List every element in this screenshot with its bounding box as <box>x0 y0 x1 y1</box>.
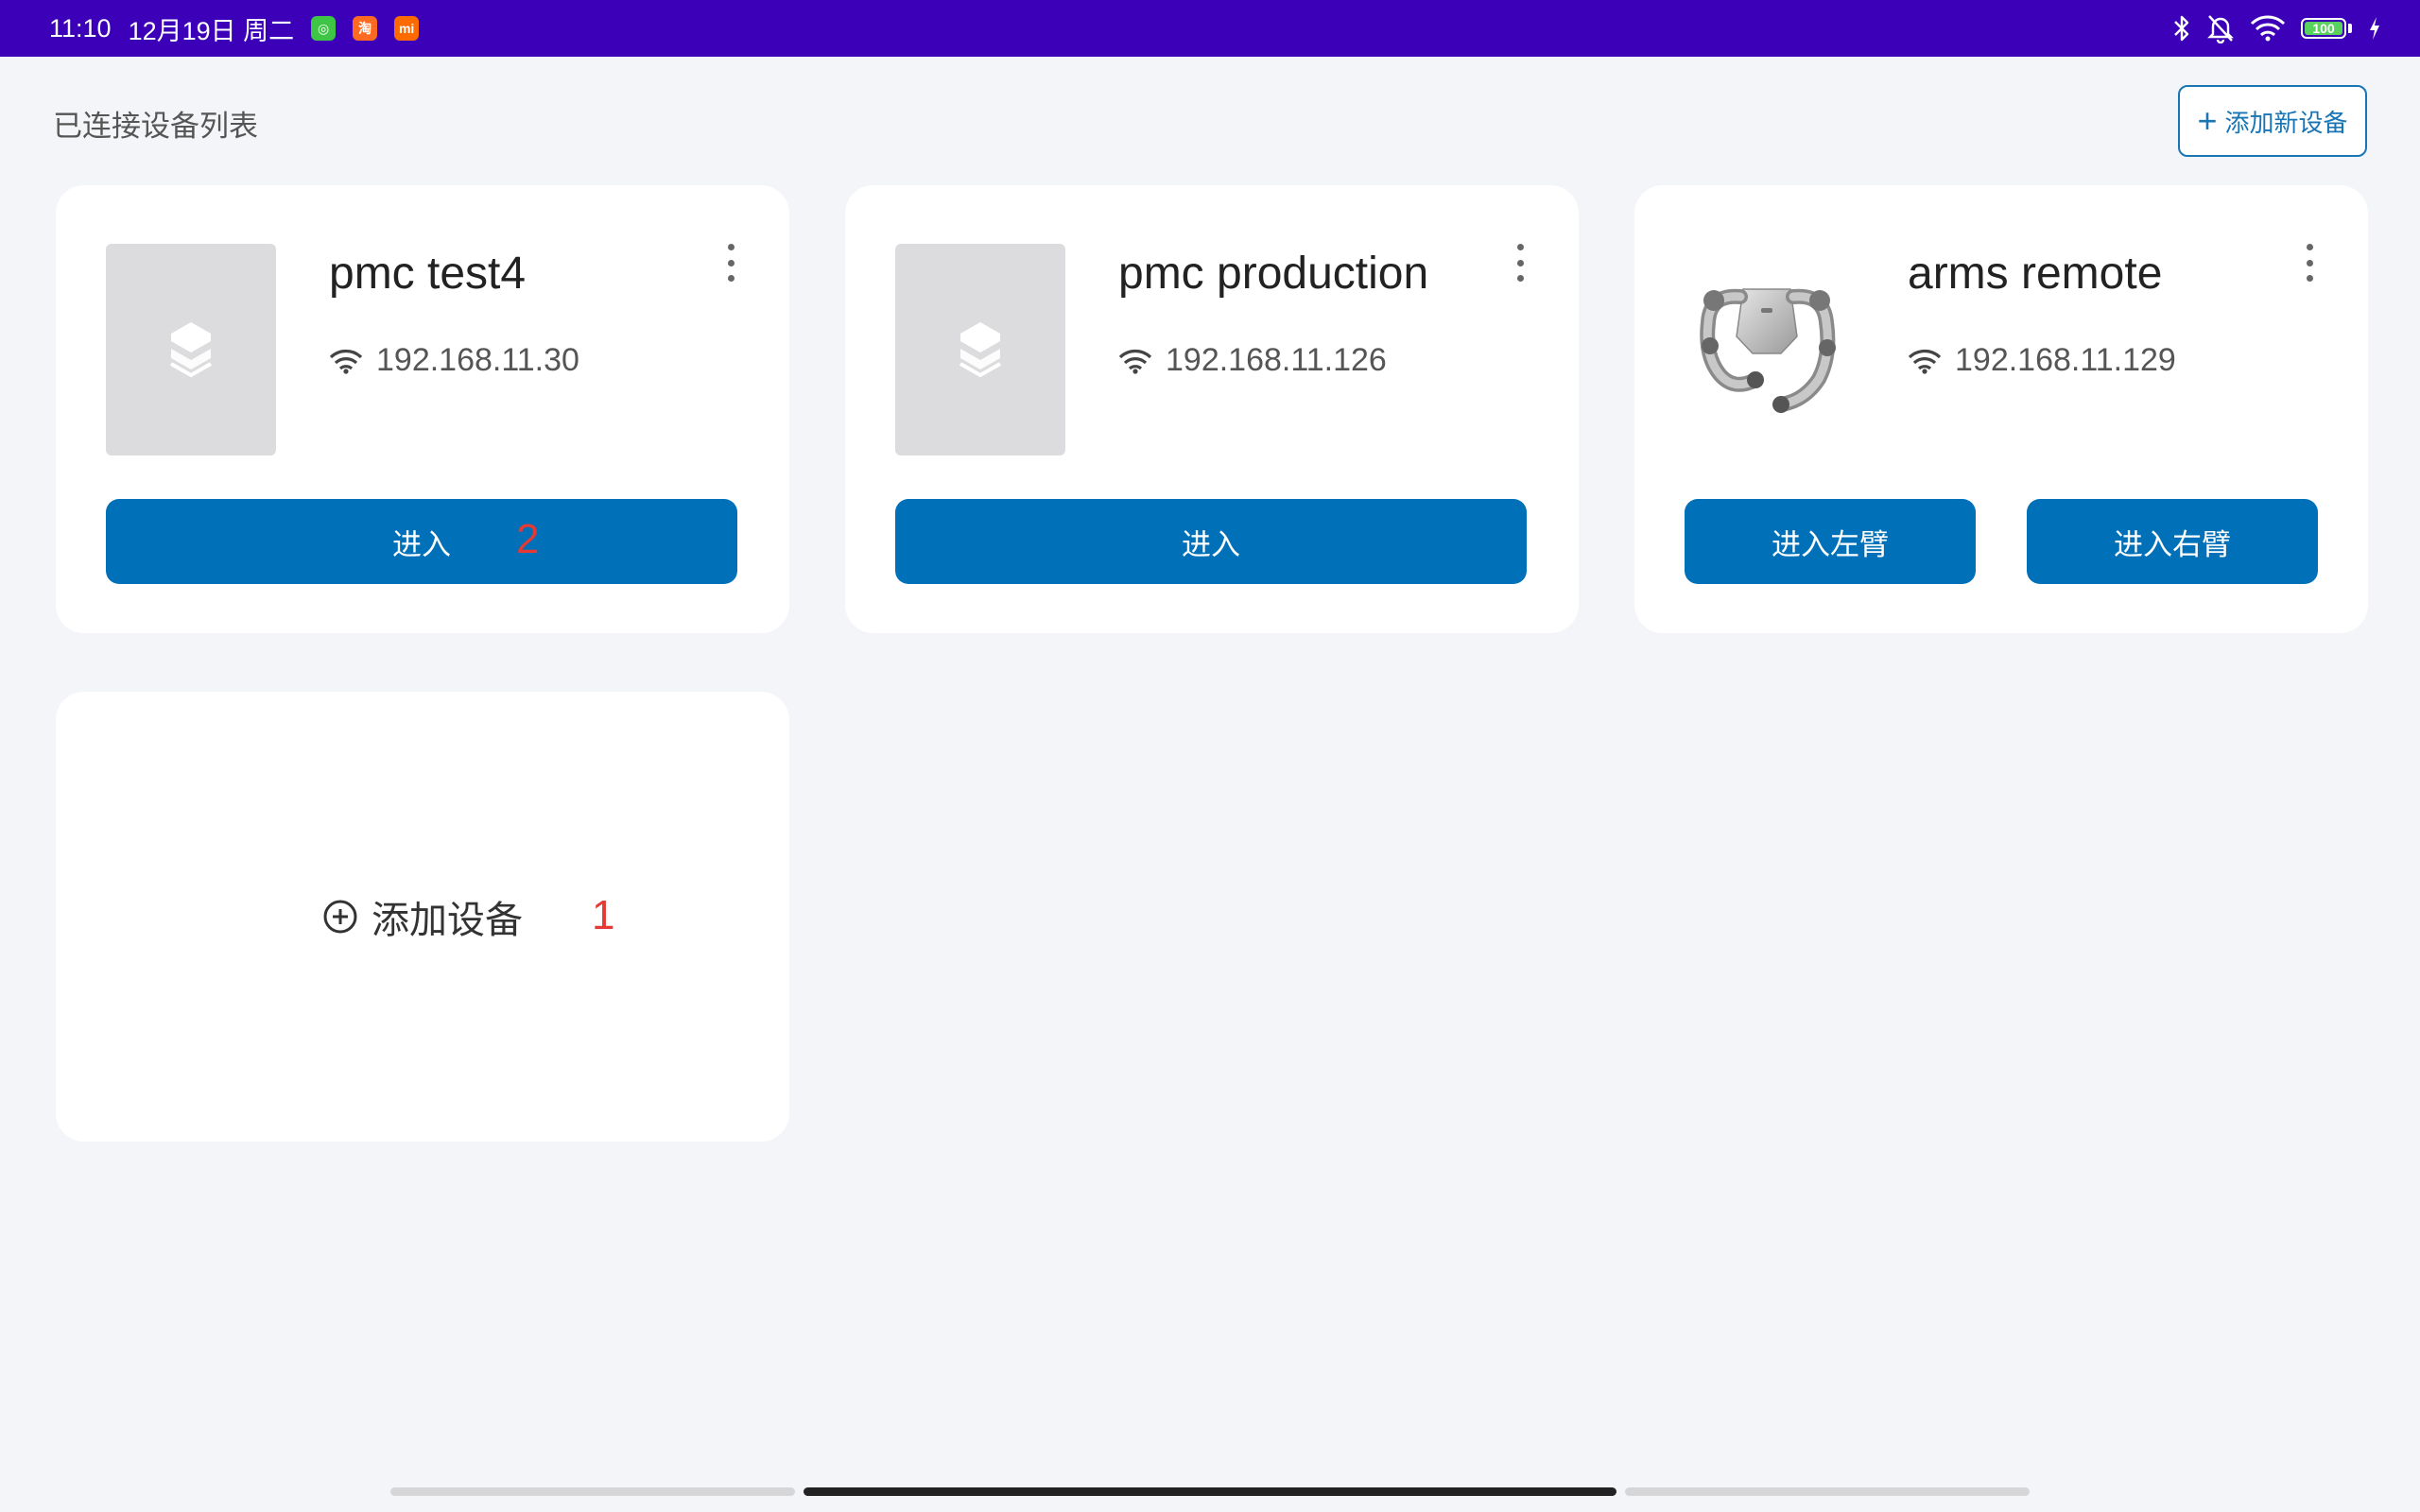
battery-icon: 100 <box>2301 18 2352 39</box>
device-placeholder-image <box>106 244 276 455</box>
device-card: arms remote 192.168.11.129 进入左臂 进入右臂 <box>1634 185 2368 633</box>
add-circle-icon <box>323 900 357 934</box>
dual-arm-robot-image <box>1700 288 1836 413</box>
plus-icon: + <box>2197 101 2218 140</box>
device-ip-row: 192.168.11.30 <box>329 342 579 379</box>
charging-icon <box>2370 17 2379 40</box>
device-name: arms remote <box>1908 249 2163 299</box>
device-card: pmc test4 192.168.11.30 进入 2 <box>56 185 789 633</box>
home-indicator[interactable] <box>804 1487 1616 1496</box>
add-new-device-label: 添加新设备 <box>2224 108 2348 137</box>
device-placeholder-image <box>895 244 1065 455</box>
wifi-icon <box>1908 349 1942 374</box>
status-bar: 11:10 12月19日 周二 ◎ 淘 mi 100 <box>0 0 2420 57</box>
battery-level: 100 <box>2305 21 2342 36</box>
more-options-icon[interactable] <box>2300 244 2319 282</box>
device-logo-icon <box>170 322 212 378</box>
status-time: 11:10 <box>49 13 112 43</box>
wifi-status-icon <box>2250 15 2286 42</box>
nav-indicator-left <box>390 1487 795 1496</box>
device-ip: 192.168.11.129 <box>1955 342 2176 378</box>
device-name: pmc test4 <box>329 249 527 299</box>
add-device-label: 添加设备 <box>372 900 523 941</box>
enter-left-arm-button[interactable]: 进入左臂 <box>1685 499 1976 584</box>
annotation-label: 2 <box>516 516 540 562</box>
device-logo-icon <box>959 322 1001 378</box>
enter-button[interactable]: 进入 <box>106 499 737 584</box>
device-ip-row: 192.168.11.129 <box>1908 342 2176 379</box>
status-date: 12月19日 周二 <box>128 16 295 45</box>
bell-muted-icon <box>2207 15 2234 43</box>
add-new-device-button[interactable]: + 添加新设备 <box>2178 85 2367 157</box>
device-ip-row: 192.168.11.126 <box>1118 342 1387 379</box>
page-title: 已连接设备列表 <box>53 110 258 143</box>
more-options-icon[interactable] <box>721 244 740 282</box>
wifi-icon <box>1118 349 1152 374</box>
mi-icon: mi <box>394 16 420 41</box>
navigation-indicator <box>0 1487 2420 1499</box>
device-name: pmc production <box>1118 249 1429 299</box>
enter-right-arm-button[interactable]: 进入右臂 <box>2027 499 2318 584</box>
device-card: pmc production 192.168.11.126 进入 <box>845 185 1579 633</box>
device-ip: 192.168.11.30 <box>376 342 579 378</box>
nav-indicator-right <box>1625 1487 2030 1496</box>
taobao-icon: 淘 <box>353 16 378 41</box>
more-options-icon[interactable] <box>1511 244 1530 282</box>
wifi-icon <box>329 349 363 374</box>
annotation-label: 1 <box>592 892 615 938</box>
device-ip: 192.168.11.126 <box>1166 342 1387 378</box>
add-device-card[interactable]: 添加设备 1 <box>56 692 789 1142</box>
wechat-icon: ◎ <box>311 16 337 41</box>
enter-button[interactable]: 进入 <box>895 499 1527 584</box>
bluetooth-icon <box>2174 15 2189 42</box>
